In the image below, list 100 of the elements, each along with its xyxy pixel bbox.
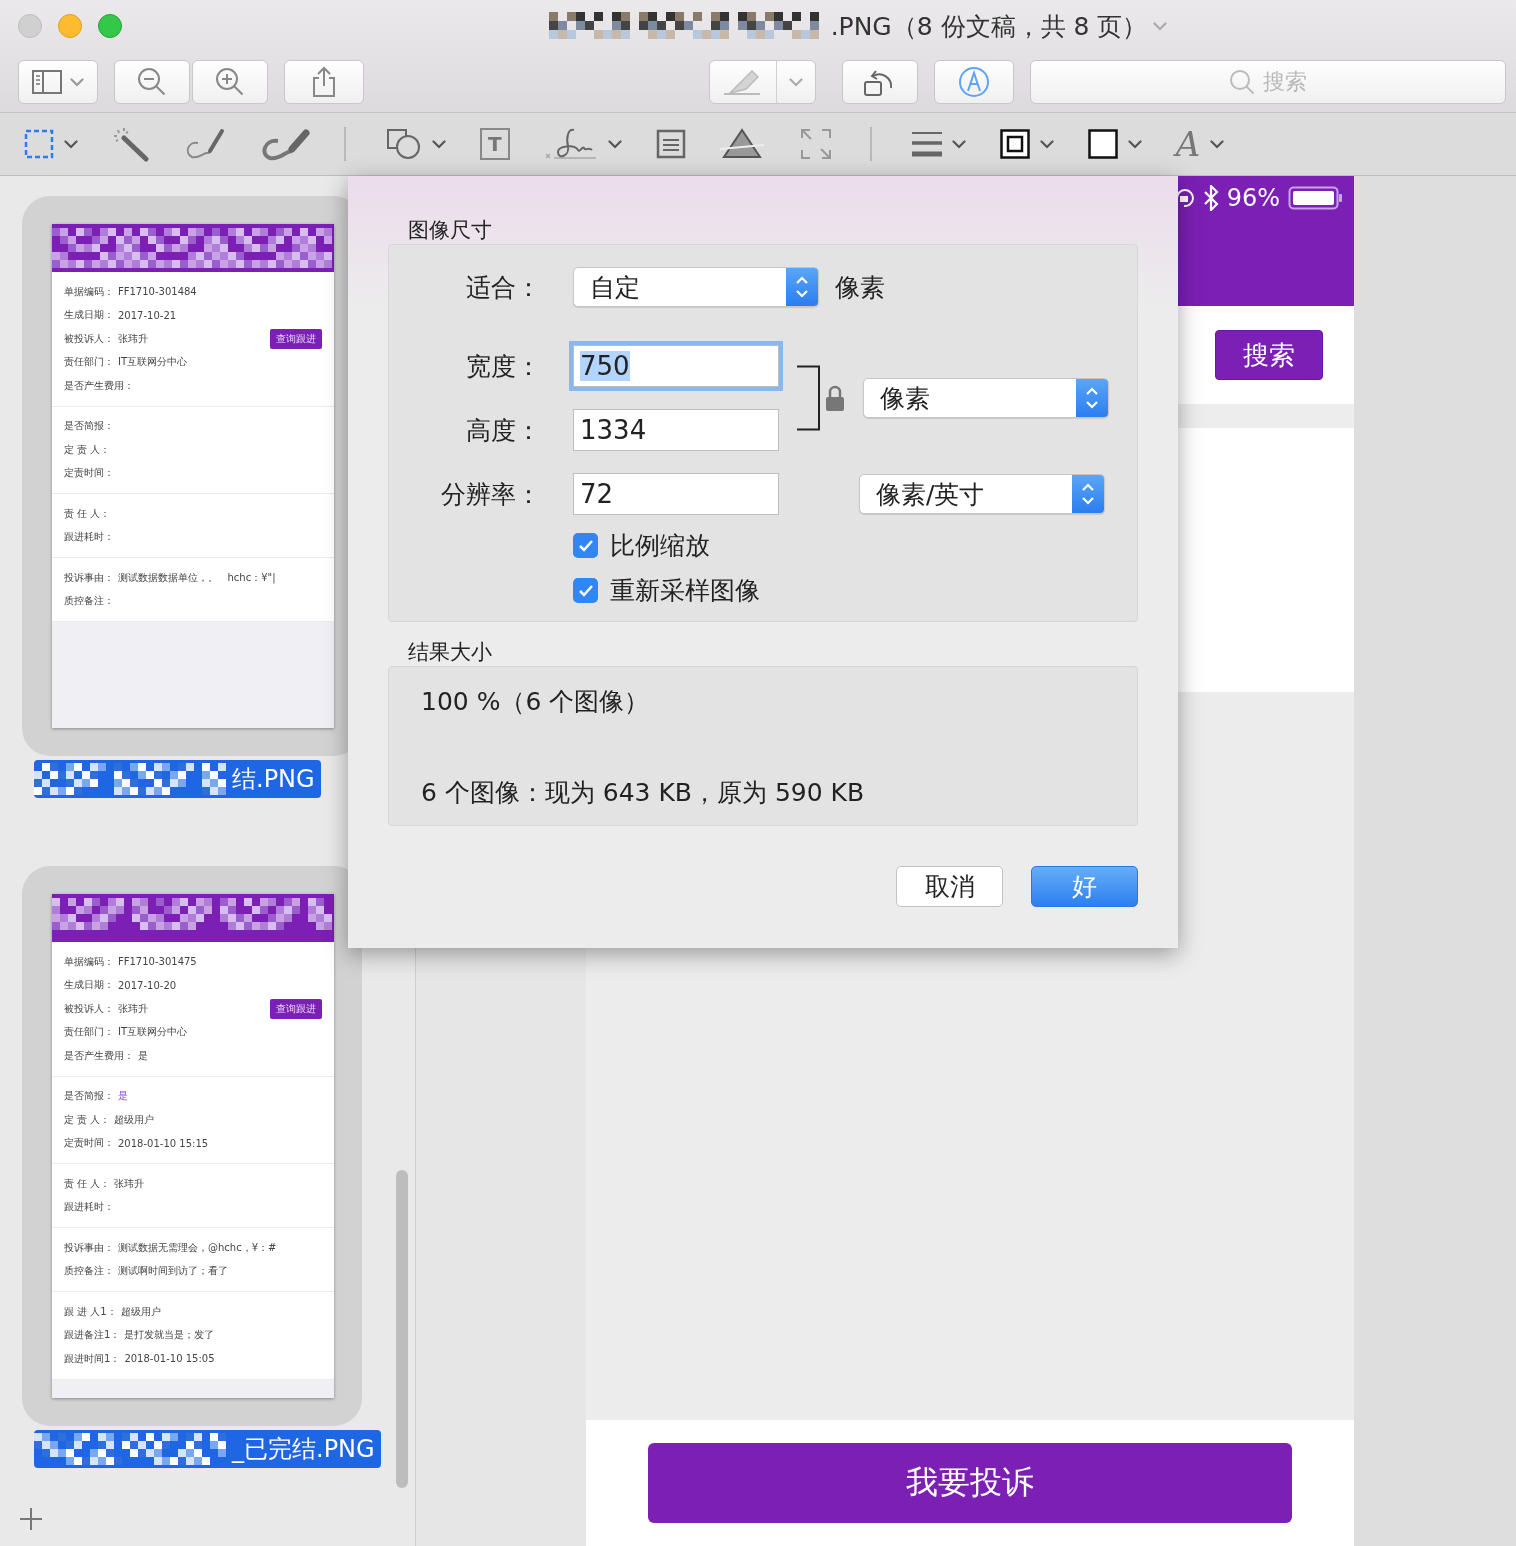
magic-wand-icon bbox=[112, 126, 150, 162]
link-bracket bbox=[797, 365, 821, 431]
selection-icon bbox=[24, 129, 54, 159]
field-value: 2017-10-21 bbox=[118, 309, 177, 321]
border-color-tool[interactable] bbox=[999, 129, 1054, 159]
unit-popup[interactable]: 自定 bbox=[573, 267, 819, 307]
page-thumbnail[interactable] bbox=[22, 866, 362, 1426]
chevron-icon bbox=[1153, 21, 1168, 31]
field-value: FF1710-301475 bbox=[118, 956, 197, 968]
field-value: IT互联网分中心 bbox=[118, 355, 188, 370]
field-label: 是否简报： bbox=[64, 419, 114, 434]
chevron-icon bbox=[951, 139, 966, 149]
field-label: 质控备注： bbox=[64, 594, 114, 609]
lock-icon bbox=[825, 384, 845, 412]
pen-circle-icon bbox=[958, 66, 990, 98]
battery-percent: 96% bbox=[1226, 184, 1280, 212]
file-name: 结.PNG bbox=[232, 764, 315, 795]
field-value: 2018-01-10 15:15 bbox=[118, 1137, 209, 1149]
chevron-icon bbox=[64, 139, 78, 149]
file-name-label[interactable]: 结.PNG bbox=[34, 760, 321, 798]
zoom-out-button[interactable] bbox=[114, 60, 190, 104]
field-label: 责 任 人： bbox=[64, 1176, 111, 1191]
battery-icon bbox=[1288, 186, 1344, 210]
field-value: IT互联网分中心 bbox=[118, 1025, 188, 1040]
search-icon bbox=[1229, 69, 1255, 95]
field-label: 质控备注： bbox=[64, 1264, 114, 1279]
draw-tool[interactable] bbox=[260, 127, 310, 161]
shapes-tool[interactable] bbox=[386, 128, 446, 160]
line-style-icon bbox=[911, 130, 942, 158]
zoom-in-icon bbox=[215, 67, 245, 97]
border-icon bbox=[999, 129, 1030, 159]
cancel-button[interactable]: 取消 bbox=[896, 866, 1003, 907]
prism-icon bbox=[719, 127, 766, 161]
field-label: 单据编码： bbox=[64, 284, 114, 299]
chevron-icon bbox=[70, 77, 84, 87]
sketch-tool[interactable] bbox=[184, 127, 226, 161]
field-value: 2017-10-20 bbox=[118, 979, 177, 991]
field-label: 责 任 人： bbox=[64, 506, 111, 521]
result-scale: 100 %（6 个图像） bbox=[421, 686, 651, 718]
markup-button[interactable] bbox=[934, 60, 1014, 104]
field-value: FF1710-301484 bbox=[118, 286, 197, 298]
chevron-icon bbox=[607, 139, 622, 149]
line-style-tool[interactable] bbox=[911, 130, 966, 158]
field-label: 定责时间： bbox=[64, 466, 114, 481]
field-value: 测试数据无需理会，@hchc，¥：# bbox=[118, 1240, 277, 1255]
share-button[interactable] bbox=[284, 60, 364, 104]
height-field[interactable]: 1334 bbox=[573, 409, 779, 451]
checkbox[interactable] bbox=[573, 533, 598, 558]
field-value: 张玮升 bbox=[118, 331, 148, 346]
field-label: 投诉事由： bbox=[64, 1240, 114, 1255]
field-value: 超级用户 bbox=[120, 1304, 161, 1319]
instant-alpha-tool[interactable] bbox=[112, 126, 150, 162]
unit-popup[interactable]: 像素 bbox=[863, 378, 1109, 418]
field-label: 责任部门： bbox=[64, 1025, 114, 1040]
updown-arrows-icon bbox=[1085, 385, 1099, 411]
scrollbar[interactable] bbox=[396, 1170, 408, 1488]
share-icon bbox=[312, 66, 336, 98]
chevron-icon bbox=[1210, 139, 1225, 149]
checkmark-icon bbox=[577, 538, 594, 553]
sidebar-icon bbox=[32, 70, 62, 94]
field-label: 高度： bbox=[465, 414, 541, 447]
field-label: 跟进耗时： bbox=[64, 1200, 114, 1215]
rotate-button[interactable] bbox=[842, 60, 918, 104]
updown-arrows-icon bbox=[1081, 481, 1095, 507]
note-tool[interactable] bbox=[655, 129, 686, 159]
field-label: 分辨率： bbox=[440, 478, 541, 511]
chevron-icon bbox=[789, 77, 803, 87]
checkbox-label: 比例缩放 bbox=[610, 530, 710, 562]
query-button: 查询跟进 bbox=[270, 998, 322, 1019]
field-label: 定 责 人： bbox=[64, 1112, 111, 1127]
window-title: .PNG（8 份文稿，共 8 页） bbox=[830, 10, 1148, 43]
field-value: 是打发就当是；发了 bbox=[124, 1328, 215, 1343]
field-label: 跟 进 人1： bbox=[64, 1304, 117, 1319]
chevron-icon bbox=[1039, 139, 1054, 149]
zoom-button[interactable] bbox=[98, 14, 122, 38]
query-button: 查询跟进 bbox=[270, 328, 322, 349]
field-label: 被投诉人： bbox=[64, 331, 114, 346]
field-label: 是否产生费用： bbox=[64, 1048, 134, 1063]
add-icon[interactable] bbox=[20, 1508, 42, 1530]
fill-color-tool[interactable] bbox=[1087, 129, 1142, 159]
signature-tool[interactable] bbox=[543, 126, 622, 162]
field-value: 2018-01-10 15:05 bbox=[124, 1353, 215, 1365]
adjust-color-tool[interactable] bbox=[719, 127, 766, 161]
zoom-in-button[interactable] bbox=[192, 60, 268, 104]
file-name-label[interactable]: _已完结.PNG bbox=[34, 1430, 381, 1468]
sidebar-button[interactable] bbox=[18, 60, 98, 104]
field-value: 测试数据数据单位，。 hchc：¥"| bbox=[118, 570, 276, 585]
section-title: 图像尺寸 bbox=[408, 217, 493, 244]
field-value: 超级用户 bbox=[114, 1112, 155, 1127]
draw-icon bbox=[260, 127, 310, 161]
selection-tool[interactable] bbox=[24, 129, 78, 159]
field-label: 责任部门： bbox=[64, 355, 114, 370]
checkbox[interactable] bbox=[573, 578, 598, 603]
field-value: 是 bbox=[138, 1048, 148, 1063]
resolution-field[interactable]: 72 bbox=[573, 473, 779, 515]
field-label: 跟进耗时： bbox=[64, 530, 114, 545]
field-label: 适合： bbox=[465, 271, 541, 304]
unit-popup[interactable]: 像素/英寸 bbox=[859, 474, 1105, 514]
signature-icon bbox=[543, 126, 598, 162]
shapes-icon bbox=[386, 128, 422, 160]
